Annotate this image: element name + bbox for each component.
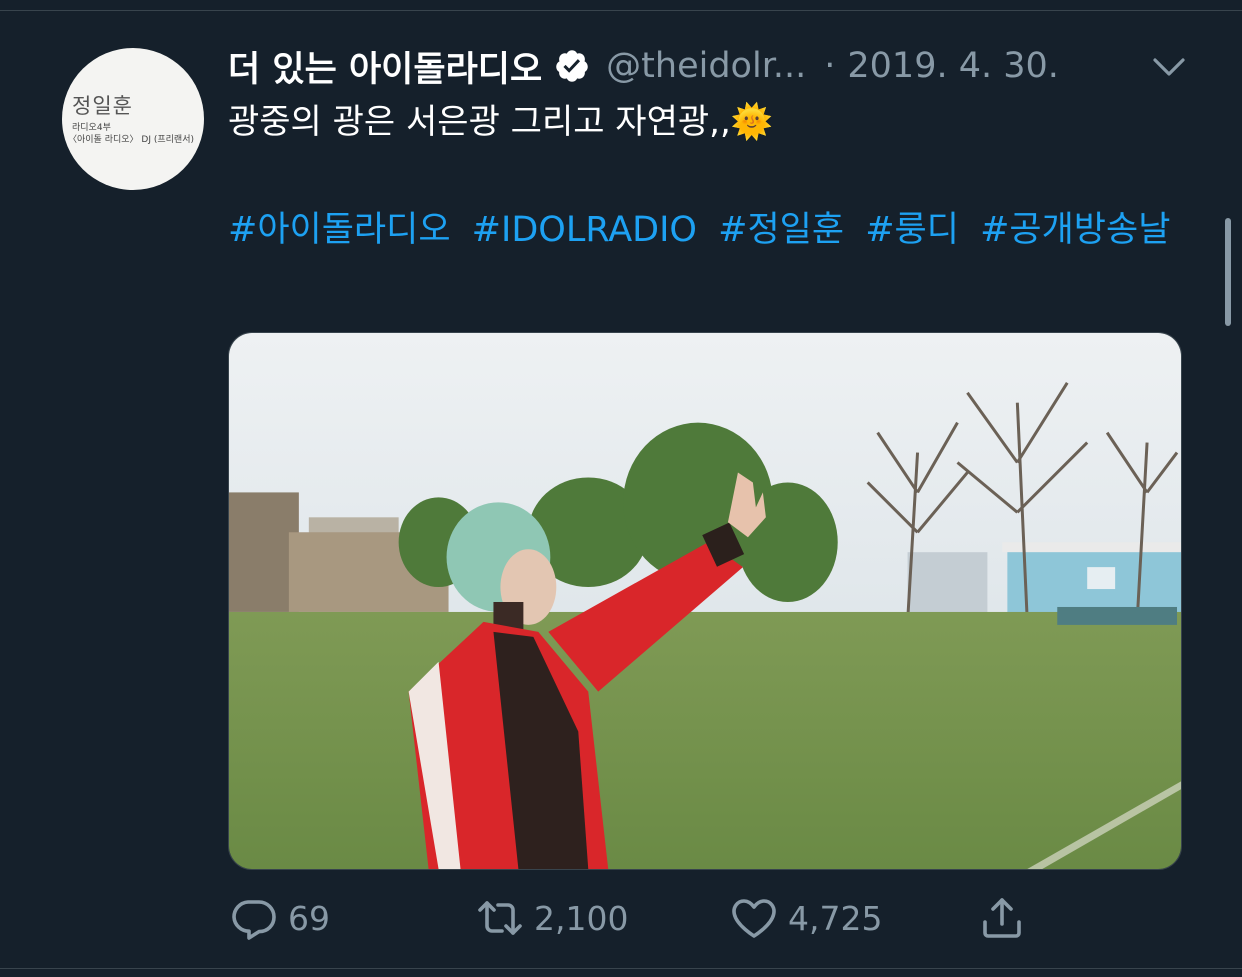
reply-button[interactable]: 69: [230, 890, 330, 946]
share-icon: [983, 898, 1021, 938]
reply-icon: [232, 900, 276, 940]
display-name[interactable]: 더 있는 아이돌라디오: [228, 41, 542, 92]
avatar-line-2: 〈아이돌 라디오〉 DJ (프리랜서): [68, 135, 194, 145]
share-button[interactable]: [978, 890, 1026, 946]
separator-dot: ·: [824, 46, 836, 86]
avatar-name-text: 정일훈: [72, 94, 133, 118]
retweet-button[interactable]: 2,100: [476, 890, 628, 946]
like-button[interactable]: 4,725: [730, 890, 882, 946]
tweet-header: 더 있는 아이돌라디오 @theidolr... · 2019. 4. 30.: [228, 42, 1188, 90]
photo-image: [229, 333, 1181, 869]
verified-badge-icon: [556, 50, 588, 82]
hashtag-link[interactable]: #IDOLRADIO: [472, 210, 697, 250]
chevron-down-icon[interactable]: [1152, 56, 1186, 78]
heart-icon: [732, 899, 776, 938]
hashtag-list: #아이돌라디오 #IDOLRADIO #정일훈 #룽디 #공개방송날: [228, 204, 1188, 256]
retweet-count: 2,100: [534, 898, 629, 938]
reply-count: 69: [288, 898, 330, 938]
hashtag-link[interactable]: #룽디: [865, 210, 959, 250]
tweet-photo[interactable]: [228, 332, 1182, 870]
tweet-actions: 69 2,100 4,725: [228, 890, 1188, 946]
tweet-date[interactable]: 2019. 4. 30.: [847, 46, 1059, 86]
scrollbar-thumb[interactable]: [1225, 218, 1231, 326]
retweet-icon: [478, 901, 522, 935]
hashtag-link[interactable]: #공개방송날: [980, 210, 1170, 250]
user-handle[interactable]: @theidolr...: [606, 46, 806, 86]
hashtag-link[interactable]: #아이돌라디오: [228, 210, 451, 250]
top-divider: [0, 10, 1242, 11]
hashtag-link[interactable]: #정일훈: [718, 210, 844, 250]
bottom-divider: [0, 968, 1242, 969]
tweet-text: 광중의 광은 서은광 그리고 자연광,,🌞: [228, 102, 774, 142]
like-count: 4,725: [788, 898, 883, 938]
avatar[interactable]: 정일훈 라디오4부 〈아이돌 라디오〉 DJ (프리랜서): [62, 48, 204, 190]
